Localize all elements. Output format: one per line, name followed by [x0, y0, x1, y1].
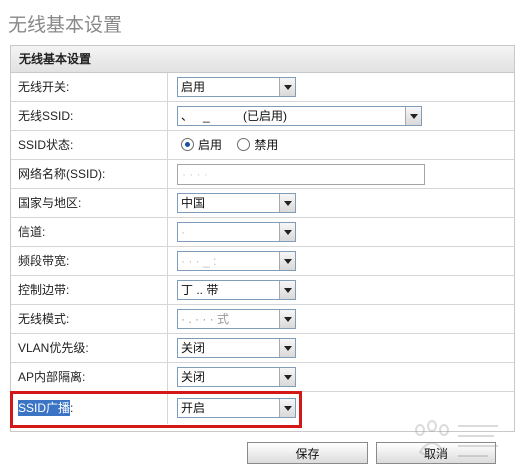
row-ssid-status: SSID状态: 启用 禁用: [11, 131, 514, 160]
ssid-broadcast-label-colon: :: [70, 401, 74, 415]
network-name-input[interactable]: · · · ·: [177, 164, 425, 185]
control-sideband-value: 丁 .. 带: [181, 283, 219, 297]
ssid-status-enable-label[interactable]: 启用: [198, 138, 222, 152]
country-value: 中国: [181, 196, 206, 210]
chevron-down-icon[interactable]: [279, 252, 295, 270]
ssid-status-label: SSID状态:: [18, 138, 74, 152]
vlan-priority-label: VLAN优先级:: [18, 341, 89, 355]
ap-isolation-select[interactable]: 关闭: [177, 367, 296, 387]
row-channel: 信道: ·: [11, 218, 514, 247]
ssid-status-enable-radio[interactable]: [181, 138, 194, 152]
wireless-switch-value: 启用: [181, 80, 206, 94]
vlan-priority-select[interactable]: 关闭: [177, 338, 296, 358]
chevron-down-icon[interactable]: [279, 281, 295, 299]
ssid-broadcast-value: 开启: [181, 401, 206, 415]
ssid-broadcast-select[interactable]: 开启: [177, 398, 296, 418]
row-ap-isolation: AP内部隔离: 关闭: [11, 363, 514, 392]
row-wireless-mode: 无线模式: · . · · · 式: [11, 305, 514, 334]
network-name-label: 网络名称(SSID):: [18, 167, 106, 181]
bandwidth-value: · · · _ :: [181, 254, 217, 268]
wireless-basic-settings-page: 无线基本设置 无线基本设置 无线开关: 启用 无线SSID: 、 _ (已启用)…: [0, 0, 518, 474]
vlan-priority-value: 关闭: [181, 341, 206, 355]
wireless-mode-label: 无线模式:: [18, 312, 70, 326]
ssid-broadcast-label: SSID广播:: [18, 392, 73, 424]
bandwidth-label: 频段带宽:: [18, 254, 70, 268]
country-label: 国家与地区:: [18, 196, 82, 210]
row-ssid-broadcast: SSID广播: 开启: [11, 392, 514, 424]
channel-select[interactable]: ·: [177, 222, 296, 242]
chevron-down-icon[interactable]: [279, 194, 295, 212]
chevron-down-icon[interactable]: [279, 223, 295, 241]
row-wireless-switch: 无线开关: 启用: [11, 73, 514, 102]
row-wireless-ssid: 无线SSID: 、 _ (已启用): [11, 102, 514, 131]
row-control-sideband: 控制边带: 丁 .. 带: [11, 276, 514, 305]
ssid-status-disable-label[interactable]: 禁用: [254, 138, 278, 152]
chevron-down-icon[interactable]: [279, 368, 295, 386]
bandwidth-select[interactable]: · · · _ :: [177, 251, 296, 271]
wireless-mode-select[interactable]: · . · · · 式: [177, 309, 296, 329]
chevron-down-icon[interactable]: [279, 78, 295, 96]
wireless-ssid-select[interactable]: 、 _ (已启用): [177, 106, 422, 126]
chevron-down-icon[interactable]: [405, 107, 421, 125]
chevron-down-icon[interactable]: [279, 310, 295, 328]
row-vlan-priority: VLAN优先级: 关闭: [11, 334, 514, 363]
page-title: 无线基本设置: [8, 15, 123, 36]
wireless-ssid-label: 无线SSID:: [18, 109, 74, 123]
save-button[interactable]: 保存: [247, 442, 368, 464]
row-network-name: 网络名称(SSID): · · · ·: [11, 160, 514, 189]
wireless-switch-label: 无线开关:: [18, 80, 70, 94]
ssid-broadcast-label-text: SSID广播: [18, 400, 71, 416]
ssid-status-disable-radio[interactable]: [237, 138, 251, 152]
chevron-down-icon[interactable]: [279, 339, 295, 357]
wireless-switch-select[interactable]: 启用: [177, 77, 296, 97]
ssid-status-radio-group: 启用 禁用: [181, 131, 290, 159]
chevron-down-icon[interactable]: [279, 399, 295, 417]
channel-value: ·: [181, 225, 185, 239]
row-country: 国家与地区: 中国: [11, 189, 514, 218]
ap-isolation-label: AP内部隔离:: [18, 370, 86, 384]
wireless-ssid-value: 、 _ (已启用): [181, 109, 288, 123]
wireless-mode-value: · . · · · 式: [181, 312, 229, 326]
cancel-button[interactable]: 取消: [376, 442, 496, 464]
country-select[interactable]: 中国: [177, 193, 296, 213]
settings-panel: 无线基本设置 无线开关: 启用 无线SSID: 、 _ (已启用) SSID状态…: [10, 45, 515, 432]
channel-label: 信道:: [18, 225, 46, 239]
ap-isolation-value: 关闭: [181, 370, 206, 384]
panel-header: 无线基本设置: [11, 46, 514, 73]
row-bandwidth: 频段带宽: · · · _ :: [11, 247, 514, 276]
control-sideband-select[interactable]: 丁 .. 带: [177, 280, 296, 300]
control-sideband-label: 控制边带:: [18, 283, 70, 297]
